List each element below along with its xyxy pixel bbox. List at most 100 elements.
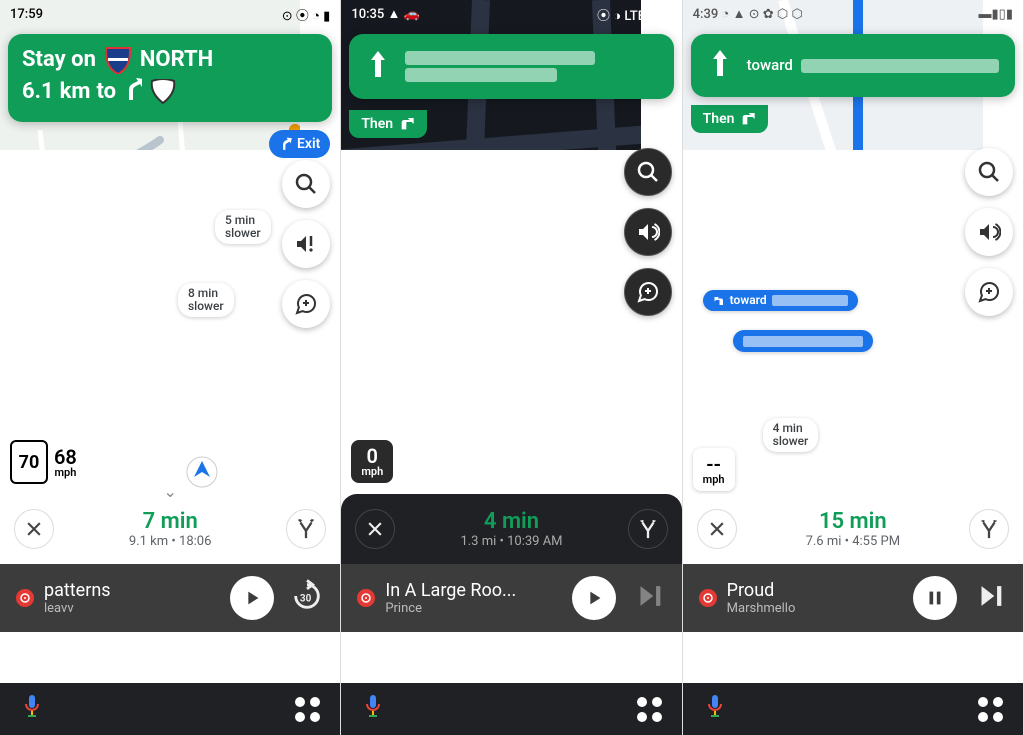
next-turn-chip[interactable]: toward xyxy=(703,290,858,311)
sound-alert-fab[interactable] xyxy=(282,220,330,268)
status-clock: 10:35 ▲ 🚗 xyxy=(351,6,420,22)
status-clock: 17:59 xyxy=(10,7,43,22)
route-shield-icon xyxy=(148,79,178,105)
eta-time: 15 min xyxy=(737,509,969,534)
app-launcher-button[interactable] xyxy=(295,697,320,722)
phone-pane-3: 4:39 ◔ ▲ ⊙ ✿ ⬡ ⬡ ▬▮▯▮ toward Then toward… xyxy=(683,0,1024,735)
media-title: patterns xyxy=(44,580,230,601)
chevron-marker-icon xyxy=(185,455,219,493)
banner-distance-unit: km xyxy=(60,78,91,106)
route-options-button[interactable] xyxy=(969,509,1009,549)
banner-destination-redacted xyxy=(405,48,657,85)
alt-route-chip[interactable]: 5 minslower xyxy=(215,210,271,244)
status-bar: 17:59 ⊙ ⦿ ◔ ▮ xyxy=(0,0,340,28)
search-fab[interactable] xyxy=(624,148,672,196)
status-clock: 4:39 ◔ ▲ ⊙ ✿ ⬡ ⬡ xyxy=(693,6,803,22)
speed-indicator: --mph xyxy=(693,448,735,491)
search-fab[interactable] xyxy=(965,148,1013,196)
media-bar[interactable]: Proud Marshmello xyxy=(683,564,1023,632)
app-launcher-button[interactable] xyxy=(637,697,662,722)
eta-card[interactable]: 15 min 7.6 mi • 4:55 PM xyxy=(683,494,1023,564)
status-indicators: ⊙ ⦿ ◔ ▮ xyxy=(282,5,331,24)
interstate-shield-icon xyxy=(104,46,132,74)
play-button[interactable] xyxy=(572,576,616,620)
mic-button[interactable] xyxy=(20,693,44,725)
eta-time: 7 min xyxy=(54,509,286,534)
chevron-up-icon: ⌄ xyxy=(163,482,176,501)
nav-banner[interactable] xyxy=(349,34,673,99)
media-app-icon xyxy=(699,589,717,607)
media-title: In A Large Roo... xyxy=(385,580,571,601)
eta-time: 4 min xyxy=(395,509,627,534)
eta-card[interactable]: ⌄ 7 min 9.1 km • 18:06 xyxy=(0,494,340,564)
app-launcher-button[interactable] xyxy=(978,697,1003,722)
straight-arrow-icon xyxy=(707,48,733,83)
fab-column xyxy=(624,148,672,316)
media-bar[interactable]: patterns leavv 30 xyxy=(0,564,340,632)
next-button-disabled xyxy=(632,579,666,617)
fab-column xyxy=(965,148,1013,316)
fab-column xyxy=(282,160,330,328)
eta-subtext: 1.3 mi • 10:39 AM xyxy=(395,534,627,549)
then-chip[interactable]: Then xyxy=(691,105,769,133)
next-button[interactable] xyxy=(973,579,1007,617)
nav-banner[interactable]: toward xyxy=(691,34,1015,97)
media-app-icon xyxy=(357,589,375,607)
route-options-button[interactable] xyxy=(628,509,668,549)
phone-pane-1: 17:59 ⊙ ⦿ ◔ ▮ Stay on NORTH 6.1 km to Ex… xyxy=(0,0,341,735)
current-speed: --mph xyxy=(693,448,735,491)
exit-chip[interactable]: Exit xyxy=(269,130,330,158)
status-indicators: ▬▮▯▮ xyxy=(979,6,1013,22)
speed-indicator: 0mph xyxy=(351,440,393,483)
media-title: Proud xyxy=(727,580,913,601)
assistant-bar xyxy=(0,683,340,735)
media-artist: Marshmello xyxy=(727,601,913,616)
status-indicators: ⦿ ◑ LTE ◢ ▮ xyxy=(597,5,672,24)
pause-button[interactable] xyxy=(913,576,957,620)
close-nav-button[interactable] xyxy=(697,509,737,549)
close-nav-button[interactable] xyxy=(355,509,395,549)
then-chip[interactable]: Then xyxy=(349,110,427,138)
sound-fab[interactable] xyxy=(624,208,672,256)
status-bar: 4:39 ◔ ▲ ⊙ ✿ ⬡ ⬡ ▬▮▯▮ xyxy=(683,0,1023,28)
report-fab[interactable] xyxy=(965,268,1013,316)
straight-arrow-icon xyxy=(365,49,391,84)
report-fab[interactable] xyxy=(282,280,330,328)
road-label-chip xyxy=(733,330,873,352)
media-app-icon xyxy=(16,589,34,607)
exit-chip-label: Exit xyxy=(297,136,320,152)
svg-text:30: 30 xyxy=(300,594,312,605)
banner-prefix: Stay on xyxy=(22,46,96,74)
assistant-bar xyxy=(683,683,1023,735)
eta-subtext: 7.6 mi • 4:55 PM xyxy=(737,534,969,549)
sound-fab[interactable] xyxy=(965,208,1013,256)
banner-distance: 6.1 xyxy=(22,78,54,106)
then-chip-label: Then xyxy=(361,116,393,132)
assistant-bar xyxy=(341,683,681,735)
phone-pane-2: 10:35 ▲ 🚗 ⦿ ◑ LTE ◢ ▮ Then 0mph 4 min 1.… xyxy=(341,0,682,735)
play-button[interactable] xyxy=(230,576,274,620)
speed-indicator: 70 68mph xyxy=(10,440,77,484)
then-chip-label: Then xyxy=(703,111,735,127)
close-nav-button[interactable] xyxy=(14,509,54,549)
mic-button[interactable] xyxy=(361,693,385,725)
nav-banner[interactable]: Stay on NORTH 6.1 km to xyxy=(8,34,332,122)
search-fab[interactable] xyxy=(282,160,330,208)
bear-right-icon xyxy=(122,76,142,108)
eta-card[interactable]: 4 min 1.3 mi • 10:39 AM xyxy=(341,494,681,564)
forward-30-button[interactable]: 30 xyxy=(290,579,324,617)
report-fab[interactable] xyxy=(624,268,672,316)
mic-button[interactable] xyxy=(703,693,727,725)
alt-route-chip[interactable]: 8 minslower xyxy=(178,283,234,317)
status-bar: 10:35 ▲ 🚗 ⦿ ◑ LTE ◢ ▮ xyxy=(341,0,681,28)
speed-limit: 70 xyxy=(10,440,48,484)
media-artist: Prince xyxy=(385,601,571,616)
route-options-button[interactable] xyxy=(286,509,326,549)
current-speed: 0mph xyxy=(351,440,393,483)
current-speed: 68mph xyxy=(54,447,77,478)
banner-suffix: NORTH xyxy=(140,46,213,74)
alt-route-chip[interactable]: 4 minslower xyxy=(763,418,819,452)
media-artist: leavv xyxy=(44,601,230,616)
banner-text: toward xyxy=(747,56,999,75)
media-bar[interactable]: In A Large Roo... Prince xyxy=(341,564,681,632)
